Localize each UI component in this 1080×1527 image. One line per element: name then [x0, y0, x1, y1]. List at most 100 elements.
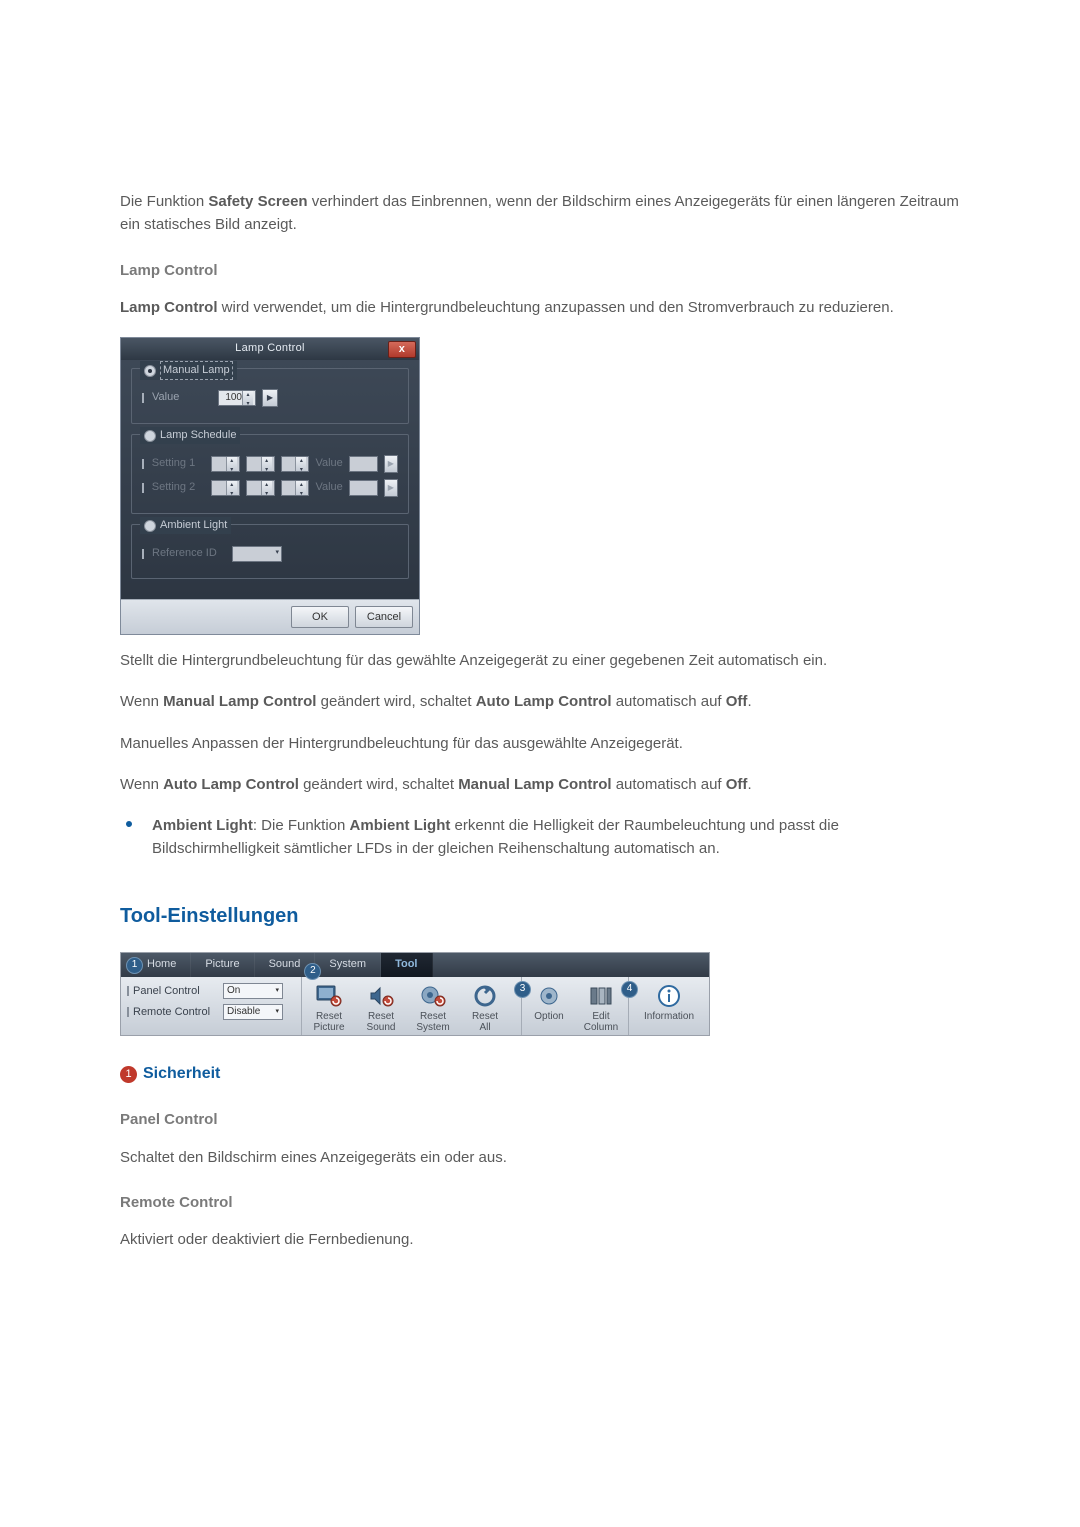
label: Edit — [592, 1011, 609, 1022]
label: Picture — [313, 1022, 344, 1033]
tab-label: Picture — [205, 956, 239, 973]
edit-column-icon — [586, 983, 616, 1009]
text: wird verwendet, um die Hintergrundbeleuc… — [218, 299, 894, 316]
lamp-schedule-legend: Lamp Schedule — [160, 427, 236, 444]
lamp-control-paragraph: Lamp Control wird verwendet, um die Hint… — [120, 296, 960, 319]
text: geändert wird, schaltet — [316, 693, 475, 710]
reset-picture-button[interactable]: Reset Picture — [306, 983, 352, 1033]
lamp-control-dialog: Lamp Control x Manual Lamp Value 100 ▴▾ — [120, 337, 420, 635]
reset-system-button[interactable]: Reset System — [410, 983, 456, 1033]
spinner-arrows-icon[interactable]: ▴▾ — [242, 391, 253, 405]
text: Off — [726, 776, 748, 793]
ambient-light-legend: Ambient Light — [160, 517, 227, 534]
remote-control-heading: Remote Control — [120, 1191, 960, 1214]
setting1-value-spin: . — [349, 456, 378, 472]
lamp-control-heading: Lamp Control — [120, 259, 960, 282]
setting2-spin-a: .▴▾ — [211, 480, 240, 496]
label: Column — [584, 1022, 618, 1033]
text: Wenn — [120, 693, 163, 710]
tab-home[interactable]: 1 Home — [121, 953, 191, 977]
ok-button[interactable]: OK — [291, 606, 349, 628]
bar-icon — [142, 459, 144, 469]
remote-control-label: Remote Control — [133, 1004, 219, 1021]
callout-num-1-red: 1 — [120, 1066, 137, 1083]
ribbon-panel-reset: Reset Picture Reset Sound Reset System — [302, 977, 522, 1035]
value-label: Value — [152, 389, 212, 406]
cancel-button[interactable]: Cancel — [355, 606, 413, 628]
setting2-value-label: Value — [315, 479, 342, 496]
label: System — [416, 1022, 449, 1033]
setting1-label: Setting 1 — [152, 455, 205, 472]
chevron-down-icon: ▾ — [275, 548, 279, 559]
label: Reset — [420, 1011, 446, 1022]
text: . — [747, 776, 751, 793]
label — [668, 1022, 671, 1033]
text: geändert wird, schaltet — [299, 776, 458, 793]
label: Reset — [368, 1011, 394, 1022]
play-button[interactable]: ▶ — [262, 389, 278, 407]
value-text: 100 — [225, 390, 242, 406]
tab-system[interactable]: System — [315, 953, 381, 977]
tab-label: Home — [147, 956, 176, 973]
text: . — [747, 693, 751, 710]
dialog-titlebar: Lamp Control x — [121, 338, 419, 360]
reset-sound-button[interactable]: Reset Sound — [358, 983, 404, 1033]
label: Information — [644, 1011, 694, 1022]
lamp-schedule-radio[interactable] — [144, 430, 156, 442]
label: Reset — [316, 1011, 342, 1022]
panel-control-dropdown[interactable]: On ▾ — [223, 983, 283, 999]
bar-icon — [127, 1007, 129, 1017]
manual-lamp-legend: Manual Lamp — [160, 361, 233, 380]
dialog-title: Lamp Control — [235, 340, 305, 357]
tab-label: System — [329, 956, 366, 973]
reference-id-label: Reference ID — [152, 545, 226, 562]
ambient-light-bullet: Ambient Light: Die Funktion Ambient Ligh… — [120, 814, 960, 861]
label: All — [479, 1022, 490, 1033]
bar-icon — [142, 483, 144, 493]
ambient-light-group: Ambient Light Reference ID ▾ — [131, 524, 409, 579]
edit-column-button[interactable]: Edit Column — [578, 983, 624, 1033]
label — [548, 1022, 551, 1033]
paragraph: Wenn Auto Lamp Control geändert wird, sc… — [120, 773, 960, 796]
tab-picture[interactable]: Picture — [191, 953, 254, 977]
tab-label: Sound — [269, 956, 301, 973]
close-button[interactable]: x — [388, 341, 416, 358]
label: Reset — [472, 1011, 498, 1022]
text: automatisch auf — [612, 776, 726, 793]
label: Sound — [367, 1022, 396, 1033]
lamp-schedule-group: Lamp Schedule Setting 1 .▴▾ .▴▾ .▴▾ Valu… — [131, 434, 409, 514]
ambient-light-radio[interactable] — [144, 520, 156, 532]
remote-control-dropdown[interactable]: Disable ▾ — [223, 1004, 283, 1020]
setting1-spin-c: .▴▾ — [281, 456, 310, 472]
bullet-text: Ambient Light: Die Funktion Ambient Ligh… — [152, 814, 960, 861]
panel-control-label: Panel Control — [133, 983, 219, 1000]
information-button[interactable]: Information — [637, 983, 701, 1033]
panel-control-text: Schaltet den Bildschirm eines Anzeigeger… — [120, 1146, 960, 1169]
setting2-value-spin: . — [349, 480, 378, 496]
tab-sound[interactable]: Sound 2 — [255, 953, 316, 977]
paragraph: Stellt die Hintergrundbeleuchtung für da… — [120, 649, 960, 672]
text: Off — [726, 693, 748, 710]
bar-icon — [142, 549, 144, 559]
setting2-spin-c: .▴▾ — [281, 480, 310, 496]
reset-all-button[interactable]: Reset All — [462, 983, 508, 1033]
text: Auto Lamp Control — [163, 776, 299, 793]
text: Ambient Light — [152, 817, 253, 834]
callout-num-1: 1 — [126, 957, 143, 974]
callout-num-4: 4 — [621, 981, 638, 998]
value-spinner[interactable]: 100 ▴▾ — [218, 390, 256, 406]
text: Die Funktion — [120, 193, 208, 210]
information-icon — [654, 983, 684, 1009]
option-icon — [534, 983, 564, 1009]
manual-lamp-radio[interactable] — [144, 365, 156, 377]
reset-all-icon — [470, 983, 500, 1009]
tool-settings-heading: Tool-Einstellungen — [120, 901, 960, 932]
bar-icon — [142, 393, 144, 403]
bar-icon — [127, 986, 129, 996]
option-button[interactable]: Option — [526, 983, 572, 1033]
text: Manual Lamp Control — [458, 776, 611, 793]
setting2-label: Setting 2 — [152, 479, 205, 496]
bullet-icon — [126, 821, 132, 827]
text: automatisch auf — [612, 693, 726, 710]
tab-tool[interactable]: Tool — [381, 953, 432, 977]
